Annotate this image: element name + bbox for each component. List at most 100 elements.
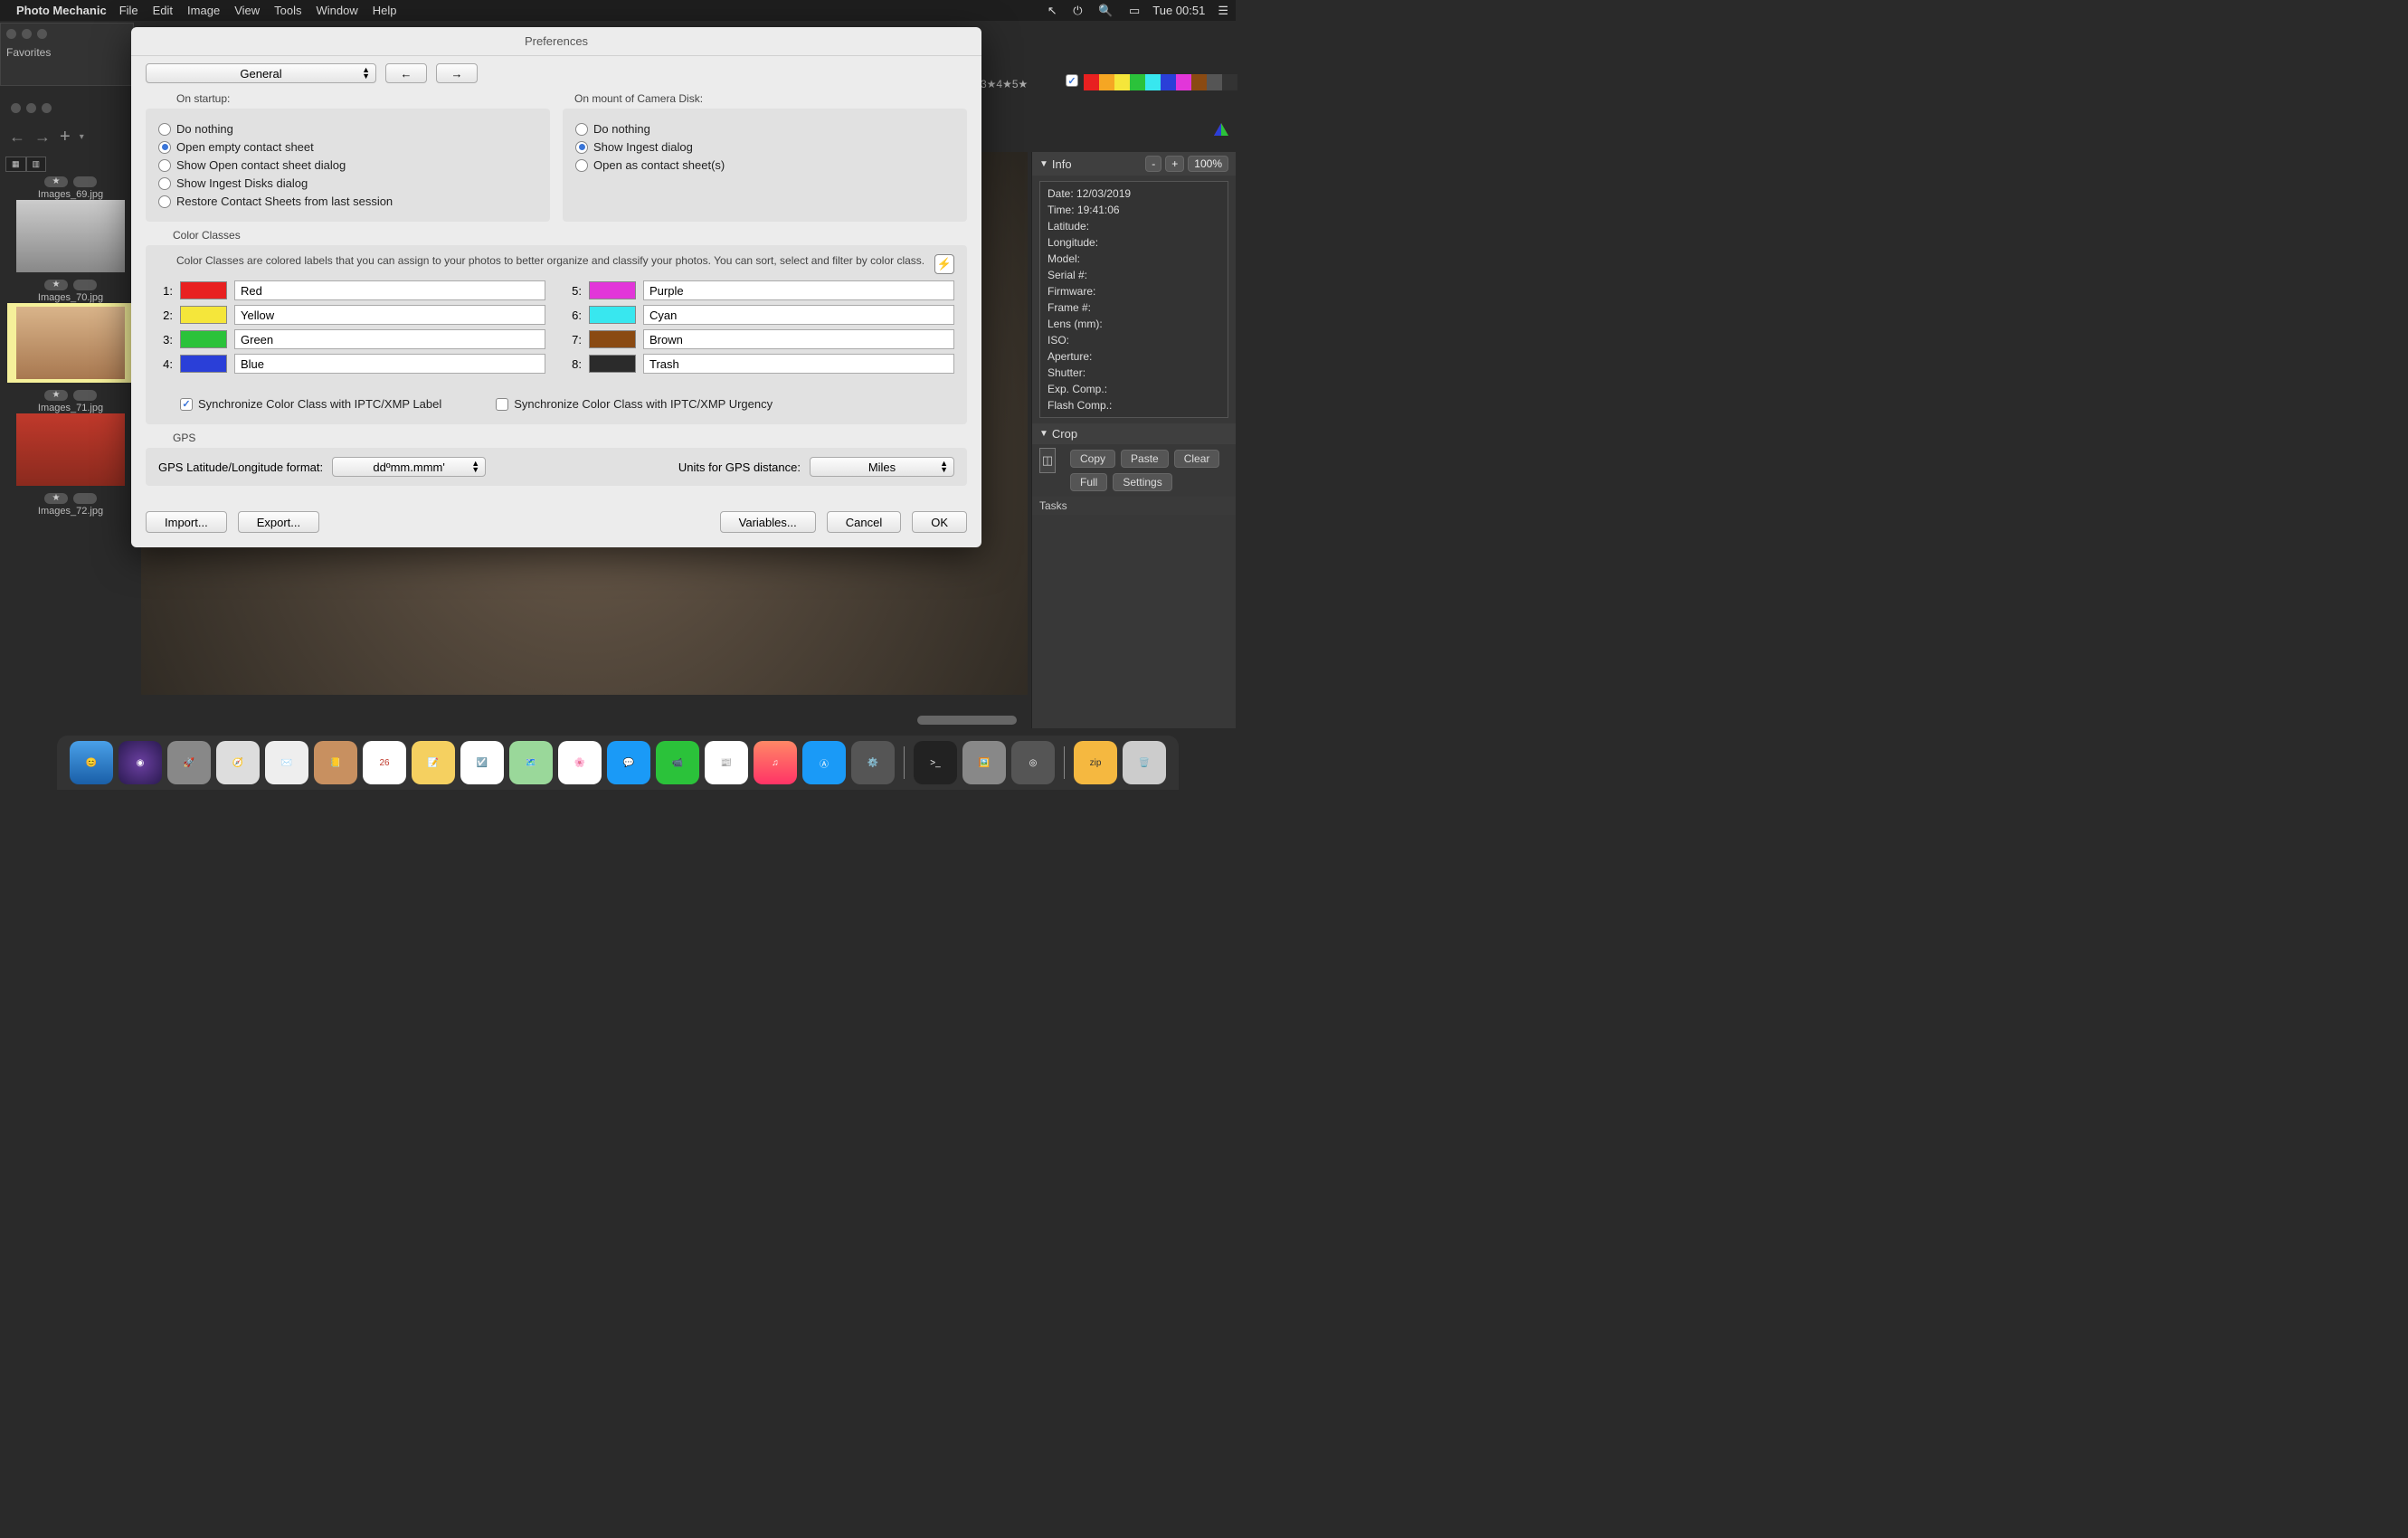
dock-photomechanic-icon[interactable]: ◎ (1011, 741, 1055, 784)
color-swatch[interactable] (589, 355, 636, 373)
color-filter-strip[interactable] (1084, 74, 1237, 90)
sync-urgency-checkbox[interactable]: Synchronize Color Class with IPTC/XMP Ur… (496, 397, 773, 411)
menu-view[interactable]: View (234, 4, 260, 17)
rating-filter[interactable]: 3★4★5★ (981, 74, 1028, 94)
nav-fwd-icon[interactable]: → (34, 128, 51, 147)
star-rating-icon[interactable]: ★ (44, 280, 68, 290)
view-split-icon[interactable]: ▥ (26, 157, 47, 172)
disclosure-triangle-icon[interactable]: ▼ (1039, 429, 1048, 439)
crop-settings-button[interactable]: Settings (1113, 473, 1171, 491)
thumbnail-image[interactable] (16, 307, 125, 379)
menu-extras-icon[interactable]: ☰ (1218, 4, 1228, 18)
radio-restore[interactable]: Restore Contact Sheets from last session (158, 195, 537, 208)
zoom-level[interactable]: 100% (1188, 156, 1228, 172)
menu-image[interactable]: Image (187, 4, 220, 17)
crop-paste-button[interactable]: Paste (1121, 450, 1169, 468)
radio-show-open[interactable]: Show Open contact sheet dialog (158, 158, 537, 172)
dock-preview-icon[interactable]: 🖼️ (962, 741, 1006, 784)
menu-tools[interactable]: Tools (274, 4, 301, 17)
window-traffic-lights[interactable] (1, 24, 133, 44)
thumbnail[interactable]: ★ Images_71.jpg (7, 390, 134, 486)
dock-zip-icon[interactable]: zip (1074, 741, 1117, 784)
gps-format-select[interactable]: ddºmm.mmm'▲▼ (332, 457, 486, 477)
display-icon[interactable]: ▭ (1129, 4, 1140, 17)
color-name-input[interactable] (643, 329, 954, 349)
color-tag-icon[interactable] (73, 176, 97, 187)
color-swatch[interactable] (589, 281, 636, 299)
color-name-input[interactable] (643, 354, 954, 374)
horizontal-scrollbar[interactable] (917, 716, 1017, 725)
crop-copy-button[interactable]: Copy (1070, 450, 1115, 468)
window-traffic-lights[interactable] (5, 98, 57, 119)
dock-sysprefs-icon[interactable]: ⚙️ (851, 741, 895, 784)
power-icon[interactable]: ⏻ (1073, 4, 1082, 17)
color-swatch[interactable] (180, 306, 227, 324)
prefs-prev-button[interactable]: ← (385, 63, 427, 83)
thumbnail-image[interactable] (16, 413, 125, 486)
bolt-button[interactable]: ⚡ (934, 254, 954, 274)
color-swatch[interactable] (589, 330, 636, 348)
star-rating-icon[interactable]: ★ (44, 493, 68, 504)
thumbnail[interactable]: ★ Images_69.jpg (7, 176, 134, 272)
dock-maps-icon[interactable]: 🗺️ (509, 741, 553, 784)
dock-messages-icon[interactable]: 💬 (607, 741, 650, 784)
cancel-button[interactable]: Cancel (827, 511, 901, 533)
dock-calendar-icon[interactable]: 26 (363, 741, 406, 784)
color-name-input[interactable] (234, 354, 545, 374)
radio-mount-nothing[interactable]: Do nothing (575, 122, 954, 136)
ok-button[interactable]: OK (912, 511, 967, 533)
dock-photos-icon[interactable]: 🌸 (558, 741, 602, 784)
nav-back-icon[interactable]: ← (9, 128, 25, 147)
dock-siri-icon[interactable]: ◉ (119, 741, 162, 784)
crop-clear-button[interactable]: Clear (1174, 450, 1220, 468)
sync-label-checkbox[interactable]: Synchronize Color Class with IPTC/XMP La… (180, 397, 441, 411)
variables-button[interactable]: Variables... (720, 511, 816, 533)
dropdown-icon[interactable]: ▾ (80, 132, 84, 142)
dock-reminders-icon[interactable]: ☑️ (460, 741, 504, 784)
star-rating-icon[interactable]: ★ (44, 390, 68, 401)
menubar-clock[interactable]: Tue 00:51 (1152, 4, 1205, 17)
prefs-category-select[interactable]: General▲▼ (146, 63, 376, 83)
color-name-input[interactable] (234, 280, 545, 300)
add-icon[interactable]: + (60, 127, 71, 147)
color-swatch[interactable] (180, 281, 227, 299)
dock-facetime-icon[interactable]: 📹 (656, 741, 699, 784)
dock-contacts-icon[interactable]: 📒 (314, 741, 357, 784)
color-tag-icon[interactable] (73, 390, 97, 401)
import-button[interactable]: Import... (146, 511, 227, 533)
export-button[interactable]: Export... (238, 511, 319, 533)
menu-help[interactable]: Help (373, 4, 397, 17)
spotlight-icon[interactable]: 🔍 (1098, 4, 1113, 17)
zoom-in-button[interactable]: + (1165, 156, 1184, 172)
radio-mount-ingest[interactable]: Show Ingest dialog (575, 140, 954, 154)
menu-window[interactable]: Window (317, 4, 358, 17)
dock-safari-icon[interactable]: 🧭 (216, 741, 260, 784)
star-rating-icon[interactable]: ★ (44, 176, 68, 187)
thumbnail[interactable]: ★ Images_72.jpg (7, 493, 134, 517)
color-name-input[interactable] (643, 280, 954, 300)
dock-trash-icon[interactable]: 🗑️ (1123, 741, 1166, 784)
thumbnail-image[interactable] (16, 200, 125, 272)
color-name-input[interactable] (234, 305, 545, 325)
radio-do-nothing[interactable]: Do nothing (158, 122, 537, 136)
dock-launchpad-icon[interactable]: 🚀 (167, 741, 211, 784)
color-swatch[interactable] (589, 306, 636, 324)
cursor-icon[interactable]: ↖ (1048, 4, 1057, 17)
dock-news-icon[interactable]: 📰 (705, 741, 748, 784)
color-name-input[interactable] (234, 329, 545, 349)
filter-checkbox[interactable] (1066, 74, 1078, 87)
dock-terminal-icon[interactable]: >_ (914, 741, 957, 784)
zoom-out-button[interactable]: - (1145, 156, 1161, 172)
crop-tool-icon[interactable]: ◫ (1039, 448, 1056, 473)
color-tag-icon[interactable] (73, 493, 97, 504)
app-name[interactable]: Photo Mechanic (16, 4, 107, 17)
prefs-next-button[interactable]: → (436, 63, 478, 83)
dock-notes-icon[interactable]: 📝 (412, 741, 455, 784)
disclosure-triangle-icon[interactable]: ▼ (1039, 159, 1048, 169)
radio-open-empty[interactable]: Open empty contact sheet (158, 140, 537, 154)
thumbnail[interactable]: ★ Images_70.jpg (7, 280, 134, 383)
crop-full-button[interactable]: Full (1070, 473, 1107, 491)
color-tag-icon[interactable] (73, 280, 97, 290)
color-swatch[interactable] (180, 355, 227, 373)
menu-edit[interactable]: Edit (153, 4, 173, 17)
